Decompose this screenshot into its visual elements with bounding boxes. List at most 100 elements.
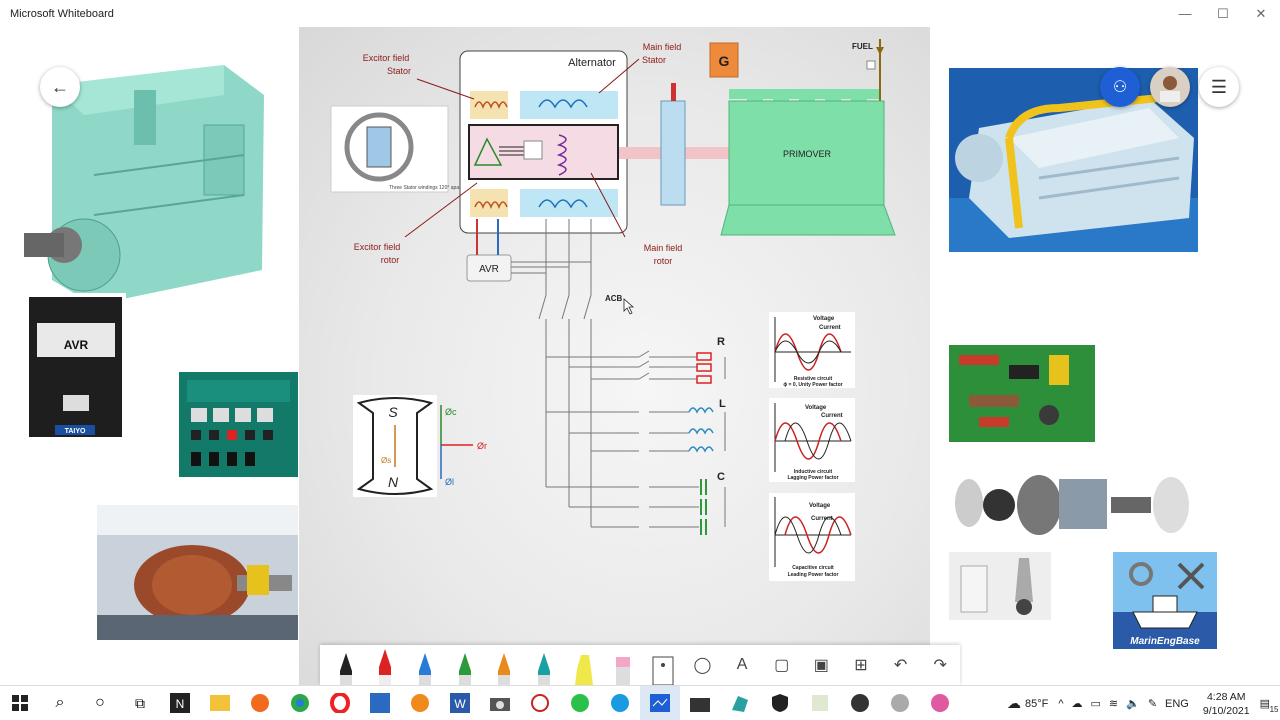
exploded-motor-photo[interactable] <box>949 457 1196 550</box>
add-text-tool[interactable]: A <box>722 645 762 685</box>
add-note-tool[interactable]: ▢ <box>762 645 802 685</box>
taskbar-paint[interactable] <box>520 686 560 720</box>
taskbar-app-dark[interactable] <box>840 686 880 720</box>
alternator-label: Alternator <box>568 57 616 69</box>
sketch-icon <box>812 695 828 711</box>
system-tray: ☁ 85°F ^ ☁ ▭ ≋ 🔈 ✎ ENG 4:28 AM 9/10/2021… <box>1007 686 1280 720</box>
phi-r-label: Ør <box>477 441 487 451</box>
insert-image-tool[interactable]: ▣ <box>802 645 842 685</box>
maximize-button[interactable]: ☐ <box>1204 0 1242 27</box>
task-view-icon: ⧉ <box>135 694 145 711</box>
ruler-tool[interactable] <box>643 645 683 685</box>
taskbar-skype[interactable] <box>600 686 640 720</box>
search-button[interactable]: ⌕ <box>40 686 80 720</box>
participant-button[interactable]: ⚇ <box>1100 67 1140 107</box>
taskbar-vscode[interactable] <box>360 686 400 720</box>
pen-icon[interactable]: ✎ <box>1148 697 1157 710</box>
taskbar-app-grey[interactable] <box>880 686 920 720</box>
settings-menu-button[interactable]: ☰ <box>1199 67 1239 107</box>
control-panel-photo[interactable] <box>179 372 298 477</box>
cortana-button[interactable]: ○ <box>80 686 120 720</box>
window-title: Microsoft Whiteboard <box>10 7 114 20</box>
lasso-select-tool[interactable]: ◯ <box>683 645 723 685</box>
taskbar-word[interactable]: W <box>440 686 480 720</box>
fuel-label: FUEL <box>852 42 873 51</box>
ink-toolbar: ◯ A ▢ ▣ ⊞ ↶ ↷ <box>320 645 960 685</box>
search-icon: ⌕ <box>55 694 65 711</box>
windows-taskbar: ⌕ ○ ⧉ N W ☁ 85°F ^ ☁ ▭ ≋ 🔈 ✎ ENG 4:28 AM… <box>0 685 1280 720</box>
capacitive-waveform[interactable]: Voltage Current Capacitive circuit Leadi… <box>769 493 855 581</box>
avr-unit-photo[interactable]: AVR TAIYO <box>25 293 126 441</box>
taskbar-file-explorer[interactable] <box>200 686 240 720</box>
load-l-label: L <box>719 398 726 410</box>
wave1-voltage: Voltage <box>813 316 835 322</box>
marinengbase-logo[interactable]: MarinEngBase <box>1113 552 1217 649</box>
main-stator-label-2: Stator <box>642 55 666 65</box>
inductive-waveform[interactable]: Voltage Current Inductive circuit Laggin… <box>769 398 855 482</box>
back-button[interactable]: ← <box>40 67 80 107</box>
clock[interactable]: 4:28 AM 9/10/2021 <box>1203 690 1250 718</box>
close-button[interactable]: ✕ <box>1242 0 1280 27</box>
taskbar-app-teal[interactable] <box>720 686 760 720</box>
whiteboard-canvas[interactable]: ← AVR TAIYO Three Stator windings 120° a… <box>0 27 1280 685</box>
pen-black-tool[interactable] <box>326 645 366 685</box>
avr-brand-text: TAIYO <box>65 428 86 435</box>
pen-teal-tool[interactable] <box>524 645 564 685</box>
taskbar-app-n[interactable]: N <box>160 686 200 720</box>
taskbar-app-gradient[interactable] <box>920 686 960 720</box>
pen-green-tool[interactable] <box>445 645 485 685</box>
resistive-waveform[interactable]: Voltage Current Resistive circuit ϕ = 0,… <box>769 312 855 388</box>
magnet-diagram[interactable]: S N Øs <box>353 395 437 497</box>
windows-logo-icon <box>12 695 28 711</box>
diagram-board[interactable]: Three Stator windings 120° apart Alterna… <box>299 27 930 685</box>
pen-orange-tool[interactable] <box>485 645 525 685</box>
stator-inset-image[interactable]: Three Stator windings 120° apart <box>330 105 463 193</box>
minimize-button[interactable]: — <box>1166 0 1204 27</box>
start-button[interactable] <box>0 686 40 720</box>
presenter-avatar[interactable] <box>1150 67 1190 107</box>
folder-icon <box>210 695 230 711</box>
cloud-icon[interactable]: ☁ <box>1071 697 1082 710</box>
taskbar-store[interactable] <box>680 686 720 720</box>
avr-label: AVR <box>479 264 499 275</box>
insert-menu-tool[interactable]: ⊞ <box>841 645 881 685</box>
taskbar-whatsapp[interactable] <box>560 686 600 720</box>
pcb-photo[interactable] <box>949 345 1095 442</box>
redo-button[interactable]: ↷ <box>920 645 960 685</box>
person-icon: ⚇ <box>1112 79 1128 96</box>
pen-red-tool[interactable] <box>366 645 406 685</box>
capacitor-photo[interactable] <box>949 552 1051 620</box>
volume-icon[interactable]: 🔈 <box>1126 697 1140 710</box>
taskbar-sketch[interactable] <box>800 686 840 720</box>
notification-center-button[interactable]: ▤ 15 <box>1260 697 1279 714</box>
note-icon: ▢ <box>774 657 790 674</box>
chevron-up-icon[interactable]: ^ <box>1058 698 1063 710</box>
undo-button[interactable]: ↶ <box>881 645 921 685</box>
weather-temp[interactable]: 85°F <box>1025 698 1048 710</box>
taskbar-security[interactable] <box>760 686 800 720</box>
taskbar-firefox[interactable] <box>240 686 280 720</box>
word-icon: W <box>450 693 470 713</box>
taskbar-camera[interactable] <box>480 686 520 720</box>
taskbar-chrome[interactable] <box>280 686 320 720</box>
wifi-icon[interactable]: ≋ <box>1109 697 1118 710</box>
language-indicator[interactable]: ENG <box>1165 698 1189 710</box>
arrow-left-icon: ← <box>51 76 69 97</box>
eraser-tool[interactable] <box>603 645 643 685</box>
notification-count: 15 <box>1269 705 1279 714</box>
lasso-icon: ◯ <box>693 657 712 674</box>
pen-blue-tool[interactable] <box>405 645 445 685</box>
marinengbase-text: MarinEngBase <box>1130 636 1200 647</box>
task-view-button[interactable]: ⧉ <box>120 686 160 720</box>
taskbar-media[interactable] <box>400 686 440 720</box>
camera-icon <box>490 698 510 711</box>
primover-label: PRIMOVER <box>783 149 832 159</box>
taskbar-opera[interactable] <box>320 686 360 720</box>
highlighter-tool[interactable] <box>564 645 604 685</box>
rotor-photo[interactable] <box>97 505 298 640</box>
firefox-icon <box>251 694 269 712</box>
acb-label: ACB <box>605 294 623 303</box>
magnet-s-label: S <box>388 404 398 420</box>
battery-icon[interactable]: ▭ <box>1090 697 1100 710</box>
taskbar-whiteboard[interactable] <box>640 685 680 720</box>
